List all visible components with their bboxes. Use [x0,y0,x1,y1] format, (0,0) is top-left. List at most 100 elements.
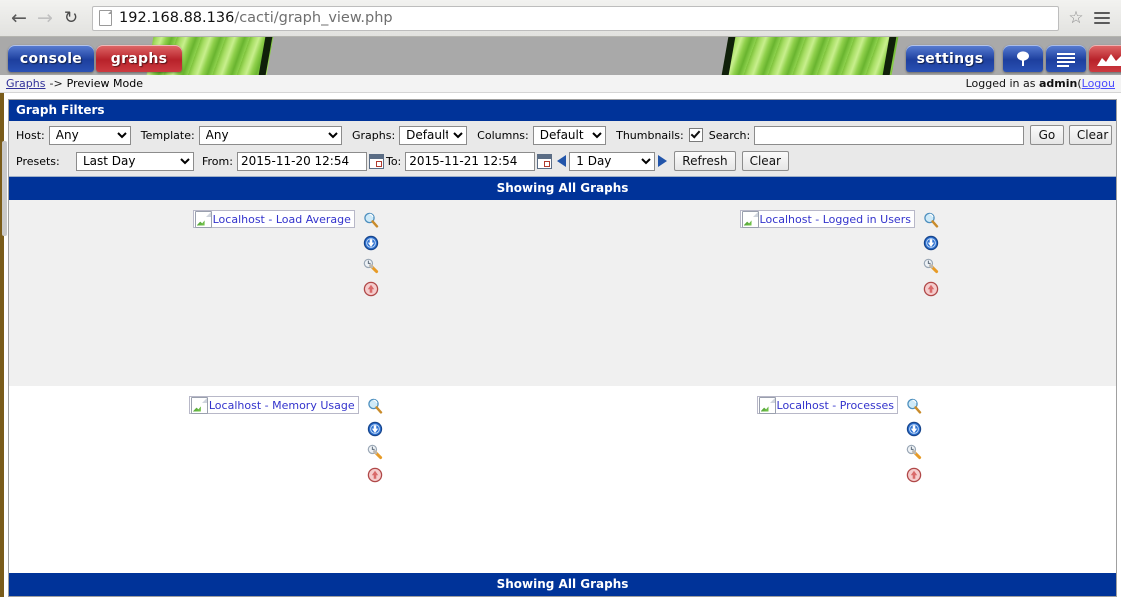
breadcrumb-separator: -> [49,77,63,90]
graph-properties-icon[interactable] [363,258,379,274]
graph-filters-body: Host: Any Template: Any Graphs: Default … [9,121,1116,177]
graph-action-column [363,210,379,297]
preview-view-button[interactable] [1089,45,1121,72]
tab-graphs[interactable]: graphs [96,45,182,72]
inner-scrollbar[interactable] [2,141,7,236]
to-label: To: [385,154,402,168]
search-label: Search: [708,128,751,142]
graph-debug-icon[interactable] [363,281,379,297]
tree-view-button[interactable] [1003,45,1043,72]
list-icon [1057,52,1075,67]
zoom-graph-icon[interactable] [367,398,383,414]
broken-image-icon [741,210,759,228]
graph-properties-icon[interactable] [367,444,383,460]
arrow-right-icon[interactable] [658,155,668,167]
graph-filters-title: Graph Filters [9,100,1116,121]
banner-stripes-right [725,37,900,75]
url-host: 192.168.88.136 [119,10,235,26]
presets-select[interactable]: Last Day [76,151,194,171]
graph-action-column [923,210,939,297]
graphs-select[interactable]: Default [399,125,468,145]
csv-export-icon[interactable] [363,235,379,251]
main-panel: Graph Filters Host: Any Template: Any Gr… [8,99,1117,597]
graph-thumbnail[interactable]: Localhost - Logged in Users [739,210,915,228]
page-icon [99,10,112,26]
breadcrumb: Graphs -> Preview Mode Logged in as admi… [0,75,1121,93]
showing-all-graphs-bottom: Showing All Graphs [9,572,1116,596]
csv-export-icon[interactable] [923,235,939,251]
logout-link[interactable]: Logou [1082,77,1115,90]
calendar-icon-from[interactable] [368,153,384,169]
preview-chart-icon [1097,53,1121,66]
graph-cell: Localhost - Processes [563,386,1117,572]
presets-label: Presets: [16,154,60,168]
graph-row: Localhost - Load Average Localhost - Log… [9,200,1116,386]
to-input[interactable] [405,151,536,171]
graph-cell: Localhost - Memory Usage [9,386,563,572]
csv-export-icon[interactable] [906,421,922,437]
address-bar[interactable]: 192.168.88.136/cacti/graph_view.php [92,5,1059,31]
browser-toolbar: ← → ↻ 192.168.88.136/cacti/graph_view.ph… [0,0,1121,37]
broken-image-icon [190,396,208,414]
broken-image-icon [758,396,776,414]
graph-row: Localhost - Memory Usage Localhost - Pro… [9,386,1116,572]
graph-title: Localhost - Load Average [212,212,351,226]
timespan-select[interactable]: 1 Day [569,151,656,171]
search-input[interactable] [754,125,1024,145]
login-username: admin [1038,77,1078,90]
columns-select[interactable]: Default [532,125,607,145]
graph-cell: Localhost - Load Average [9,200,563,386]
star-icon[interactable]: ☆ [1063,5,1089,31]
graph-thumbnail[interactable]: Localhost - Load Average [192,210,355,228]
back-arrow-icon[interactable]: ← [6,5,32,31]
graph-title: Localhost - Memory Usage [208,398,355,412]
url-path: /cacti/graph_view.php [234,10,393,26]
forward-arrow-icon: → [37,6,53,29]
tab-settings-label: settings [916,50,984,67]
hamburger-menu-icon[interactable] [1089,5,1115,31]
from-input[interactable] [236,151,367,171]
template-label: Template: [140,128,195,142]
graph-properties-icon[interactable] [906,444,922,460]
clear-dates-button[interactable]: Clear [741,151,789,171]
login-prefix: Logged in as [965,77,1036,90]
tab-settings[interactable]: settings [906,45,994,72]
tree-icon [1017,50,1029,66]
go-button[interactable]: Go [1029,125,1064,145]
from-label: From: [202,154,233,168]
graph-thumbnail[interactable]: Localhost - Memory Usage [188,396,359,414]
login-status: Logged in as admin(Logou [966,77,1115,90]
filters-row-2: Presets: Last Day From: To: 1 Day Refres… [9,150,1116,172]
calendar-icon-to[interactable] [537,153,553,169]
graph-properties-icon[interactable] [923,258,939,274]
graph-title: Localhost - Processes [776,398,894,412]
list-view-button[interactable] [1046,45,1086,72]
refresh-button[interactable]: Refresh [674,151,736,171]
tab-console-label: console [19,50,83,67]
zoom-graph-icon[interactable] [923,212,939,228]
arrow-left-icon[interactable] [557,155,567,167]
graph-thumbnail[interactable]: Localhost - Processes [756,396,898,414]
columns-label: Columns: [477,128,529,142]
tab-console[interactable]: console [8,45,94,72]
graph-action-column [906,396,922,483]
thumbnails-checkbox[interactable] [688,128,703,142]
graph-action-column [367,396,383,483]
zoom-graph-icon[interactable] [906,398,922,414]
tab-graphs-label: graphs [110,50,168,67]
graph-title: Localhost - Logged in Users [759,212,911,226]
thumbnails-label: Thumbnails: [616,128,684,142]
csv-export-icon[interactable] [367,421,383,437]
breadcrumb-current: Preview Mode [66,77,143,90]
graph-debug-icon[interactable] [906,467,922,483]
clear-search-button[interactable]: Clear [1068,125,1112,145]
graph-debug-icon[interactable] [923,281,939,297]
template-select[interactable]: Any [198,125,342,145]
graph-debug-icon[interactable] [367,467,383,483]
host-select[interactable]: Any [48,125,131,145]
reload-icon[interactable]: ↻ [58,5,84,31]
cacti-banner: console graphs settings [0,37,1121,75]
zoom-graph-icon[interactable] [363,212,379,228]
broken-image-icon [194,210,212,228]
breadcrumb-graphs-link[interactable]: Graphs [6,77,45,90]
